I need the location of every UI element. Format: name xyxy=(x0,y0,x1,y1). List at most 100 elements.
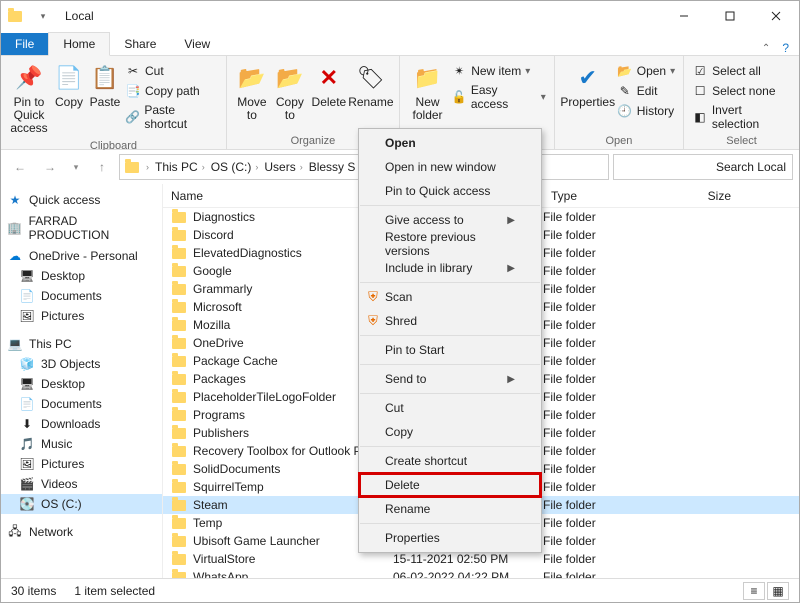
ctx-create-shortcut[interactable]: Create shortcut xyxy=(359,449,541,473)
sidebar-documents[interactable]: 📄Documents xyxy=(1,394,162,414)
tab-home[interactable]: Home xyxy=(48,32,110,56)
paste-button[interactable]: 📋Paste xyxy=(87,60,123,138)
edit-icon: ✎ xyxy=(617,83,633,99)
row-name: Packages xyxy=(193,372,246,386)
sidebar-od-desktop[interactable]: 🖥Desktop xyxy=(1,266,162,286)
minimize-button[interactable] xyxy=(661,1,707,31)
row-icon xyxy=(171,353,187,369)
nav-up-button[interactable]: ↑ xyxy=(89,154,115,180)
row-name: PlaceholderTileLogoFolder xyxy=(193,390,336,404)
row-icon xyxy=(171,569,187,578)
sidebar-downloads[interactable]: ⬇Downloads xyxy=(1,414,162,434)
help-icon[interactable]: ? xyxy=(782,41,789,55)
pin-to-quick-access-button[interactable]: 📌Pin to Quick access xyxy=(7,60,51,138)
ctx-copy[interactable]: Copy xyxy=(359,420,541,444)
ctx-pin-to-start[interactable]: Pin to Start xyxy=(359,338,541,362)
sidebar-music[interactable]: 🎵Music xyxy=(1,434,162,454)
ctx-send-to[interactable]: Send to▶ xyxy=(359,367,541,391)
row-type: File folder xyxy=(543,570,653,578)
invert-icon: ◧ xyxy=(692,109,708,125)
crumb-users[interactable]: Users› xyxy=(264,160,302,174)
sidebar-pictures[interactable]: 🖼Pictures xyxy=(1,454,162,474)
edit-button[interactable]: ✎Edit xyxy=(615,82,677,100)
row-type: File folder xyxy=(543,426,653,440)
nav-back-button[interactable]: ← xyxy=(7,154,33,180)
sidebar-od-documents[interactable]: 📄Documents xyxy=(1,286,162,306)
delete-button[interactable]: ✕Delete xyxy=(309,60,349,133)
select-none-button[interactable]: ☐Select none xyxy=(690,82,793,100)
properties-button[interactable]: ✔Properties xyxy=(561,60,615,133)
ctx-restore-previous-versions[interactable]: Restore previous versions xyxy=(359,232,541,256)
tab-file[interactable]: File xyxy=(1,33,48,55)
copy-button[interactable]: 📄Copy xyxy=(51,60,87,138)
copy-icon: 📄 xyxy=(53,62,85,94)
desktop-icon: 🖥 xyxy=(19,268,35,284)
sidebar-network[interactable]: 🖧Network xyxy=(1,522,162,542)
ctx-include-in-library[interactable]: Include in library▶ xyxy=(359,256,541,280)
ctx-rename[interactable]: Rename xyxy=(359,497,541,521)
row-type: File folder xyxy=(543,300,653,314)
ctx-separator xyxy=(360,393,540,394)
row-icon xyxy=(171,425,187,441)
sidebar-od-pictures[interactable]: 🖼Pictures xyxy=(1,306,162,326)
paste-shortcut-button[interactable]: 🔗Paste shortcut xyxy=(123,102,220,132)
maximize-button[interactable] xyxy=(707,1,753,31)
easy-access-button[interactable]: 🔓Easy access▾ xyxy=(449,82,548,112)
sidebar-os-c[interactable]: 💽OS (C:) xyxy=(1,494,162,514)
ctx-properties[interactable]: Properties xyxy=(359,526,541,550)
row-type: File folder xyxy=(543,480,653,494)
close-button[interactable] xyxy=(753,1,799,31)
col-type[interactable]: Type xyxy=(543,189,653,203)
sidebar-farrad[interactable]: 🏢FARRAD PRODUCTION xyxy=(1,218,162,238)
sidebar-videos[interactable]: 🎬Videos xyxy=(1,474,162,494)
cut-button[interactable]: ✂Cut xyxy=(123,62,220,80)
ctx-cut[interactable]: Cut xyxy=(359,396,541,420)
ctx-shred[interactable]: ⛨Shred xyxy=(359,309,541,333)
history-button[interactable]: 🕘History xyxy=(615,102,677,120)
view-large-button[interactable]: ▦ xyxy=(767,582,789,600)
videos-icon: 🎬 xyxy=(19,476,35,492)
col-size[interactable]: Size xyxy=(653,189,743,203)
select-all-button[interactable]: ☑Select all xyxy=(690,62,793,80)
row-icon xyxy=(171,515,187,531)
view-details-button[interactable]: ≡ xyxy=(743,582,765,600)
ctx-pin-to-quick-access[interactable]: Pin to Quick access xyxy=(359,179,541,203)
crumb-thispc[interactable]: This PC› xyxy=(155,160,205,174)
nav-forward-button[interactable]: → xyxy=(37,154,63,180)
sidebar-desktop[interactable]: 🖥Desktop xyxy=(1,374,162,394)
qat-expand-icon[interactable]: ▾ xyxy=(35,8,51,24)
row-name: Package Cache xyxy=(193,354,278,368)
new-folder-button[interactable]: 📁New folder xyxy=(406,60,449,133)
ctx-delete[interactable]: Delete xyxy=(359,473,541,497)
sidebar-this-pc[interactable]: 💻This PC xyxy=(1,334,162,354)
chevron-right-icon: ▶ xyxy=(507,263,515,274)
row-icon xyxy=(171,479,187,495)
ribbon-group-open: ✔Properties 📂Open▾ ✎Edit 🕘History Open xyxy=(555,56,684,149)
rename-button[interactable]: 🏷Rename xyxy=(349,60,393,133)
ctx-separator xyxy=(360,364,540,365)
ctx-give-access-to[interactable]: Give access to▶ xyxy=(359,208,541,232)
crumb-user[interactable]: Blessy S› xyxy=(309,160,363,174)
status-bar: 30 items 1 item selected ≡ ▦ xyxy=(1,578,799,602)
tab-view[interactable]: View xyxy=(170,33,224,55)
nav-recent-button[interactable]: ▾ xyxy=(67,154,85,180)
search-input[interactable]: Search Local xyxy=(613,154,793,180)
copy-to-button[interactable]: 📂Copy to xyxy=(271,60,309,133)
file-row[interactable]: WhatsApp06-02-2022 04:22 PMFile folder xyxy=(163,568,799,578)
invert-selection-button[interactable]: ◧Invert selection xyxy=(690,102,793,132)
crumb-os[interactable]: OS (C:)› xyxy=(211,160,259,174)
new-item-button[interactable]: ✴New item▾ xyxy=(449,62,548,80)
ctx-scan[interactable]: ⛨Scan xyxy=(359,285,541,309)
ctx-open[interactable]: Open xyxy=(359,131,541,155)
move-to-button[interactable]: 📂Move to xyxy=(233,60,271,133)
row-type: File folder xyxy=(543,534,653,548)
sidebar-onedrive[interactable]: ☁OneDrive - Personal xyxy=(1,246,162,266)
collapse-ribbon-icon[interactable]: ⌃ xyxy=(762,43,770,54)
open-button[interactable]: 📂Open▾ xyxy=(615,62,677,80)
tab-share[interactable]: Share xyxy=(110,33,170,55)
ctx-open-in-new-window[interactable]: Open in new window xyxy=(359,155,541,179)
file-explorer-window: ▾ Local File Home Share View ⌃ ? 📌Pin to… xyxy=(0,0,800,603)
sidebar-quick-access[interactable]: ★Quick access xyxy=(1,190,162,210)
copy-path-button[interactable]: 📑Copy path xyxy=(123,82,220,100)
sidebar-3d-objects[interactable]: 🧊3D Objects xyxy=(1,354,162,374)
